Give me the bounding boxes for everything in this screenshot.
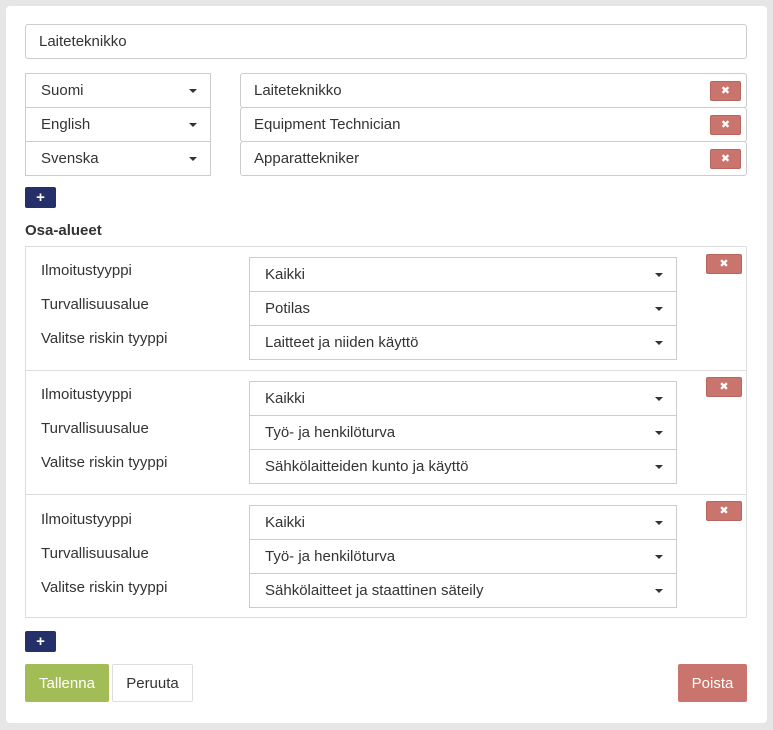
name-input[interactable]: Laiteteknikko (25, 24, 747, 59)
remove-subarea-button[interactable]: ✖ (706, 501, 742, 521)
language-select-value: Suomi (41, 82, 84, 99)
times-icon: ✖ (719, 504, 729, 517)
add-translation-button[interactable]: + (25, 187, 56, 208)
caret-down-icon (655, 589, 663, 593)
select-value: Työ- ja henkilöturva (265, 424, 396, 441)
risk-type-label: Valitse riskin tyyppi (41, 454, 168, 471)
cancel-button[interactable]: Peruuta (112, 664, 193, 702)
translation-input-value: Laiteteknikko (254, 82, 342, 99)
caret-down-icon (655, 521, 663, 525)
safety-area-select[interactable]: Työ- ja henkilöturva (249, 415, 677, 450)
risk-type-label: Valitse riskin tyyppi (41, 330, 168, 347)
select-value: Sähkölaitteiden kunto ja käyttö (265, 458, 469, 475)
select-value: Sähkölaitteet ja staattinen säteily (265, 582, 484, 599)
times-icon: ✖ (719, 257, 729, 270)
caret-down-icon (189, 157, 197, 161)
subarea-group: Ilmoitustyyppi Turvallisuusalue Valitse … (26, 247, 746, 370)
safety-area-select[interactable]: Potilas (249, 291, 677, 326)
select-value: Kaikki (265, 390, 306, 407)
caret-down-icon (189, 123, 197, 127)
plus-icon: + (36, 633, 45, 650)
name-input-value: Laiteteknikko (39, 33, 127, 50)
translation-input-english[interactable]: Equipment Technician (240, 107, 747, 142)
delete-button[interactable]: Poista (678, 664, 747, 702)
times-icon: ✖ (720, 152, 731, 165)
times-icon: ✖ (719, 380, 729, 393)
caret-down-icon (189, 89, 197, 93)
times-icon: ✖ (720, 84, 731, 97)
subareas-panel: Ilmoitustyyppi Turvallisuusalue Valitse … (25, 246, 747, 618)
caret-down-icon (655, 555, 663, 559)
add-subarea-button[interactable]: + (25, 631, 56, 652)
subarea-group: Ilmoitustyyppi Turvallisuusalue Valitse … (26, 370, 746, 494)
caret-down-icon (655, 341, 663, 345)
times-icon: ✖ (720, 118, 731, 131)
select-value: Kaikki (265, 514, 306, 531)
translation-input-value: Apparattekniker (254, 150, 360, 167)
safety-area-select[interactable]: Työ- ja henkilöturva (249, 539, 677, 574)
report-type-label: Ilmoitustyyppi (41, 262, 132, 279)
caret-down-icon (655, 307, 663, 311)
select-value: Työ- ja henkilöturva (265, 548, 396, 565)
remove-subarea-button[interactable]: ✖ (706, 377, 742, 397)
report-type-label: Ilmoitustyyppi (41, 386, 132, 403)
language-select-value: English (41, 116, 91, 133)
subarea-group: Ilmoitustyyppi Turvallisuusalue Valitse … (26, 494, 746, 617)
risk-type-label: Valitse riskin tyyppi (41, 579, 168, 596)
translation-input-suomi[interactable]: Laiteteknikko (240, 73, 747, 108)
caret-down-icon (655, 397, 663, 401)
remove-translation-button[interactable]: ✖ (710, 115, 741, 135)
remove-translation-button[interactable]: ✖ (710, 149, 741, 169)
report-type-select[interactable]: Kaikki (249, 381, 677, 416)
language-select-suomi[interactable]: Suomi (25, 73, 211, 108)
save-button[interactable]: Tallenna (25, 664, 109, 702)
language-select-value: Svenska (41, 150, 99, 167)
risk-type-select[interactable]: Sähkölaitteiden kunto ja käyttö (249, 449, 677, 484)
caret-down-icon (655, 465, 663, 469)
language-select-english[interactable]: English (25, 107, 211, 142)
subareas-title: Osa-alueet (25, 222, 102, 239)
caret-down-icon (655, 273, 663, 277)
select-value: Laitteet ja niiden käyttö (265, 334, 419, 351)
language-select-svenska[interactable]: Svenska (25, 141, 211, 176)
report-type-label: Ilmoitustyyppi (41, 511, 132, 528)
caret-down-icon (655, 431, 663, 435)
select-value: Potilas (265, 300, 311, 317)
risk-type-select[interactable]: Sähkölaitteet ja staattinen säteily (249, 573, 677, 608)
remove-subarea-button[interactable]: ✖ (706, 254, 742, 274)
risk-type-select[interactable]: Laitteet ja niiden käyttö (249, 325, 677, 360)
remove-translation-button[interactable]: ✖ (710, 81, 741, 101)
translation-input-svenska[interactable]: Apparattekniker (240, 141, 747, 176)
plus-icon: + (36, 189, 45, 206)
safety-area-label: Turvallisuusalue (41, 420, 149, 437)
report-type-select[interactable]: Kaikki (249, 505, 677, 540)
safety-area-label: Turvallisuusalue (41, 296, 149, 313)
safety-area-label: Turvallisuusalue (41, 545, 149, 562)
report-type-select[interactable]: Kaikki (249, 257, 677, 292)
select-value: Kaikki (265, 266, 306, 283)
translation-input-value: Equipment Technician (254, 116, 401, 133)
